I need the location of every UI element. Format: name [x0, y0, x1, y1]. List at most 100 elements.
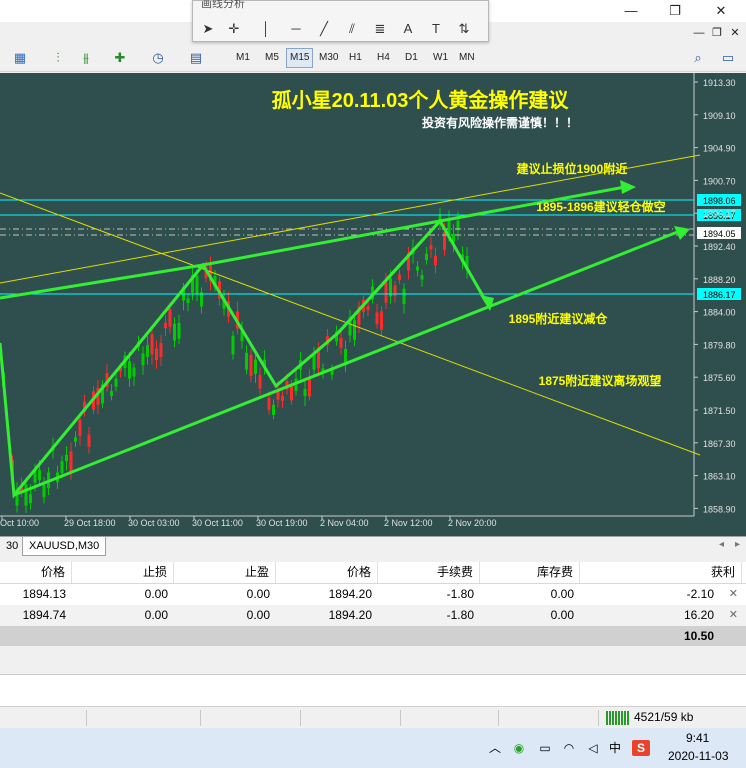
- price-tick-label: 1875.60: [703, 373, 736, 383]
- tf-m30[interactable]: M30: [316, 48, 341, 68]
- candle-body: [146, 345, 149, 357]
- tf-m15[interactable]: M15: [286, 48, 314, 68]
- label-icon[interactable]: T: [425, 19, 447, 39]
- time-tick-label: Oct 10:00: [0, 518, 39, 528]
- tf-h1[interactable]: H1: [346, 48, 365, 68]
- vertical-line-icon[interactable]: │: [255, 19, 277, 39]
- wechat-icon[interactable]: ◉: [510, 740, 528, 756]
- chart-bars-icon[interactable]: ⫶: [48, 48, 68, 68]
- col-open-price[interactable]: 价格: [0, 562, 72, 583]
- chat-icon[interactable]: ▭: [718, 48, 738, 68]
- chart-minimize-button[interactable]: —: [690, 24, 708, 42]
- horizontal-line-icon[interactable]: ─: [285, 19, 307, 39]
- volume-icon[interactable]: ◁: [584, 740, 602, 756]
- tab-xauusd-m30[interactable]: XAUUSD,M30: [22, 537, 107, 556]
- cell-open-price: 1894.13: [22, 587, 66, 601]
- chart-shift-icon[interactable]: ⫵: [76, 48, 96, 68]
- candle-body: [114, 378, 118, 387]
- price-tick-label: 1863.10: [703, 472, 736, 482]
- candle-body: [429, 245, 433, 250]
- minimize-button[interactable]: —: [622, 2, 640, 20]
- tf-w1[interactable]: W1: [430, 48, 451, 68]
- profiles-icon[interactable]: ▦: [10, 48, 30, 68]
- candle-body: [29, 494, 32, 504]
- tf-mn[interactable]: MN: [456, 48, 478, 68]
- clock-icon[interactable]: ◷: [148, 48, 168, 68]
- trendline-icon[interactable]: ╱: [313, 19, 335, 39]
- candle-body: [38, 469, 41, 481]
- cursor-icon[interactable]: ➤: [197, 19, 219, 39]
- price-tick-label: 1884.00: [703, 308, 736, 318]
- tf-m1[interactable]: M1: [233, 48, 253, 68]
- candle-body: [60, 461, 64, 474]
- cell-price: 1894.20: [328, 608, 372, 622]
- price-label: 1898.06: [703, 196, 736, 206]
- candle-body: [42, 484, 46, 498]
- candle-body: [78, 419, 82, 436]
- close-order-icon[interactable]: ✕: [729, 605, 738, 626]
- close-button[interactable]: ✕: [712, 2, 730, 20]
- candle-body: [164, 322, 167, 329]
- price-label: 1894.05: [703, 229, 736, 239]
- tf-m5[interactable]: M5: [262, 48, 282, 68]
- tray-expand-icon[interactable]: ︿: [486, 740, 504, 756]
- col-commission[interactable]: 手续费: [378, 562, 480, 583]
- chart-canvas[interactable]: 1898.06 1896.17 1894.05 1886.17 1913.30 1909…: [0, 73, 746, 536]
- crosshair-icon[interactable]: ✛: [223, 19, 245, 39]
- candle-body: [366, 306, 370, 311]
- fibonacci-icon[interactable]: ≣: [369, 19, 391, 39]
- candle-body: [353, 320, 356, 340]
- table-row[interactable]: 1894.13 0.00 0.00 1894.20 -1.80 0.00 -2.…: [0, 584, 746, 605]
- template-icon[interactable]: ▤: [186, 48, 206, 68]
- search-icon[interactable]: ⌕: [688, 48, 708, 68]
- candle-body: [69, 451, 73, 472]
- cell-tp: 0.00: [246, 587, 270, 601]
- candle-body: [434, 255, 437, 266]
- status-bar: 4521/59 kb: [0, 706, 746, 728]
- battery-icon[interactable]: ▭: [536, 740, 554, 756]
- candle-body: [150, 334, 154, 355]
- cell-open-price: 1894.74: [22, 608, 66, 622]
- price-tick-label: 1888.20: [703, 275, 736, 285]
- candle-body: [254, 359, 257, 374]
- connection-bars-icon: [606, 711, 630, 725]
- cell-profit: -2.10: [686, 587, 714, 601]
- col-price[interactable]: 价格: [276, 562, 378, 583]
- close-order-icon[interactable]: ✕: [729, 584, 738, 605]
- cell-price: 1894.20: [328, 587, 372, 601]
- candle-body: [384, 282, 388, 303]
- tab-scroll-right-icon[interactable]: ▸: [735, 539, 740, 550]
- time-tick-label: 29 Oct 18:00: [64, 518, 116, 528]
- tab-prev-chart[interactable]: 30: [0, 537, 24, 556]
- col-sl[interactable]: 止损: [72, 562, 174, 583]
- sogou-ime-icon[interactable]: S: [632, 740, 650, 756]
- chart-restore-button[interactable]: ❐: [708, 24, 726, 42]
- tf-d1[interactable]: D1: [402, 48, 421, 68]
- tab-scroll-left-icon[interactable]: ◂: [719, 539, 724, 550]
- restore-button[interactable]: ❐: [666, 2, 684, 20]
- candle-body: [186, 298, 190, 304]
- text-icon[interactable]: A: [397, 19, 419, 39]
- col-profit[interactable]: 获利: [580, 562, 742, 583]
- time-tick-label: 30 Oct 11:00: [192, 518, 243, 528]
- new-order-icon[interactable]: ✚: [110, 48, 130, 68]
- ime-indicator[interactable]: 中: [606, 740, 624, 756]
- col-swap[interactable]: 库存费: [480, 562, 580, 583]
- channel-icon[interactable]: ⫽: [341, 19, 363, 39]
- clock-date[interactable]: 2020-11-03: [668, 749, 729, 763]
- price-tick-label: 1900.70: [703, 176, 736, 186]
- col-tp[interactable]: 止盈: [174, 562, 276, 583]
- price-chart[interactable]: 1898.06 1896.17 1894.05 1886.17 1913.30 1909…: [0, 73, 746, 536]
- wifi-icon[interactable]: ◠: [560, 740, 578, 756]
- candle-body: [132, 367, 136, 377]
- candle-body: [65, 454, 68, 462]
- clock-time[interactable]: 9:41: [686, 731, 709, 745]
- arrows-icon[interactable]: ⇅: [453, 19, 475, 39]
- chart-title: 孤小星20.11.03个人黄金操作建议: [272, 88, 570, 112]
- total-row: 10.50: [0, 626, 746, 647]
- table-row[interactable]: 1894.74 0.00 0.00 1894.20 -1.80 0.00 16.…: [0, 605, 746, 626]
- price-tick-label: 1871.50: [703, 406, 736, 416]
- chart-close-button[interactable]: ✕: [726, 24, 744, 42]
- total-profit: 10.50: [683, 629, 714, 643]
- tf-h4[interactable]: H4: [374, 48, 393, 68]
